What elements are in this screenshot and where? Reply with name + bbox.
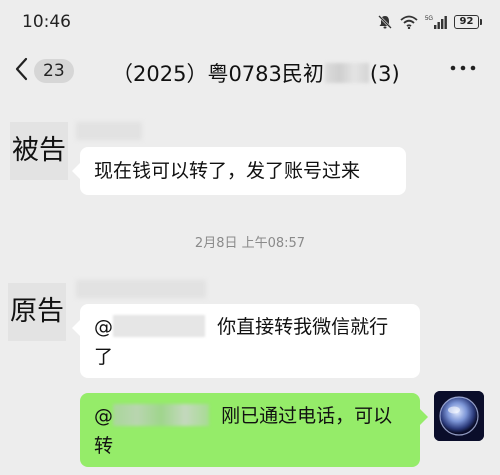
avatar-plaintiff[interactable]: 原告 bbox=[8, 283, 66, 341]
message-text: 现在钱可以转了，发了账号过来 bbox=[94, 160, 361, 182]
message-timestamp: 2月8日 上午08:57 bbox=[194, 236, 306, 251]
mention-prefix: @ bbox=[94, 405, 113, 427]
mention-name-redacted bbox=[113, 315, 205, 337]
battery-level: 92 bbox=[454, 15, 479, 29]
back-button[interactable]: 23 bbox=[14, 56, 74, 86]
redacted-case-number bbox=[324, 63, 369, 83]
message-bubble[interactable]: @ 你直接转我微信就行了 bbox=[72, 304, 420, 378]
mention-prefix: @ bbox=[94, 316, 113, 338]
chat-title-prefix: （2025）粤0783民初 bbox=[112, 62, 324, 86]
avatar-self[interactable] bbox=[434, 391, 484, 441]
mention-name-redacted bbox=[113, 404, 209, 426]
status-icons: 5G 92 bbox=[377, 13, 482, 31]
wifi-icon bbox=[400, 15, 418, 29]
more-dots-icon[interactable] bbox=[448, 56, 478, 86]
chat-title-suffix: (3) bbox=[369, 62, 400, 86]
mute-icon bbox=[377, 14, 393, 30]
status-time: 10:46 bbox=[22, 12, 71, 32]
unread-count-badge: 23 bbox=[34, 59, 74, 83]
chat-header: 23 （2025）粤0783民初 (3) bbox=[0, 44, 500, 98]
sender-name-redacted bbox=[76, 280, 206, 298]
status-bar: 10:46 5G 92 bbox=[0, 0, 500, 44]
chevron-left-icon bbox=[14, 57, 28, 85]
signal-5g-icon: 5G bbox=[425, 14, 447, 30]
sender-name-redacted bbox=[76, 122, 142, 140]
message-bubble[interactable]: 现在钱可以转了，发了账号过来 bbox=[72, 147, 406, 195]
battery-icon: 92 bbox=[454, 15, 482, 29]
chat-title: （2025）粤0783民初 (3) bbox=[112, 58, 400, 88]
message-bubble-outgoing[interactable]: @ 刚已通过电话，可以转 bbox=[80, 393, 428, 467]
svg-text:5G: 5G bbox=[425, 16, 433, 22]
avatar-defendant[interactable]: 被告 bbox=[10, 122, 68, 180]
